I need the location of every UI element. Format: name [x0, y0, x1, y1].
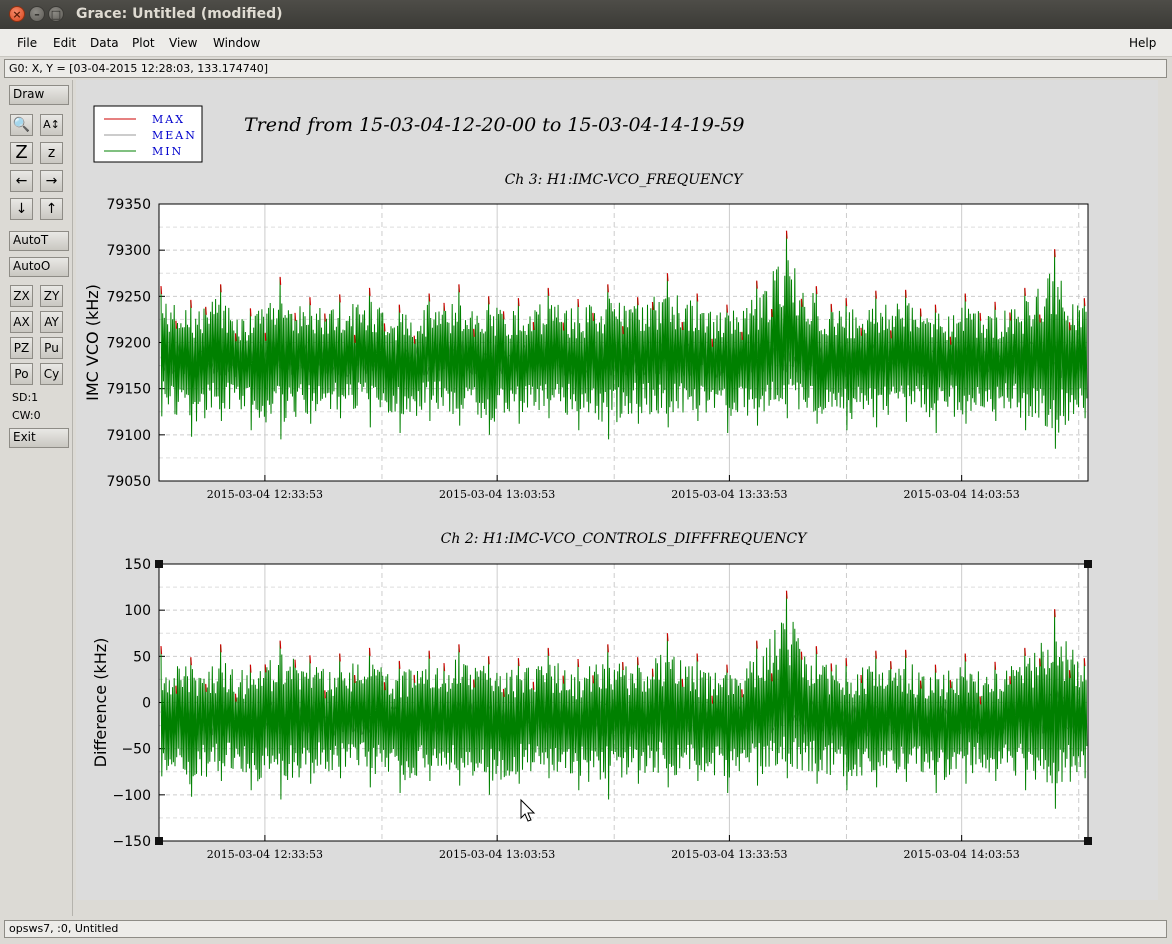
y-tick-label: 79250: [106, 289, 151, 305]
y-tick-label: −100: [113, 788, 151, 804]
y-tick-label: −50: [121, 742, 151, 758]
zy-button[interactable]: ZY: [40, 285, 63, 307]
autot-button[interactable]: AutoT: [9, 231, 69, 251]
set-display-label: SD:1: [12, 391, 39, 404]
y-tick-label: 100: [124, 603, 151, 619]
y-tick-label: 79200: [106, 336, 151, 352]
status-bar: opsws7, :0, Untitled: [4, 920, 1167, 938]
zoom-tool-button[interactable]: 🔍: [10, 114, 33, 136]
menu-plot[interactable]: Plot: [132, 36, 155, 50]
plot-canvas[interactable]: MAX MEAN MIN Trend from 15-03-04-12-20-0…: [76, 80, 1158, 900]
x-tick-label: 2015-03-04 14:03:53: [903, 488, 1019, 501]
exit-button[interactable]: Exit: [9, 428, 69, 448]
y-tick-label: 79150: [106, 382, 151, 398]
autoscale-text-button[interactable]: A↕: [40, 114, 63, 136]
window-title: Grace: Untitled (modified): [76, 6, 283, 22]
zoom-out-button[interactable]: z: [40, 142, 63, 164]
x-tick-label: 2015-03-04 12:33:53: [207, 848, 323, 861]
x-tick-label: 2015-03-04 13:03:53: [439, 848, 555, 861]
menu-edit[interactable]: Edit: [53, 36, 76, 50]
scroll-left-button[interactable]: ←: [10, 170, 33, 192]
y-tick-label: 79350: [106, 197, 151, 213]
legend-min-label: MIN: [152, 145, 183, 158]
scroll-right-button[interactable]: →: [40, 170, 63, 192]
y-tick-label: 0: [142, 696, 151, 712]
chart-title: Trend from 15-03-04-12-20-00 to 15-03-04…: [244, 114, 745, 136]
y-tick-label: −150: [113, 834, 151, 850]
graph-subtitle: Ch 3: H1:IMC-VCO_FREQUENCY: [505, 172, 745, 188]
plot-svg[interactable]: MAX MEAN MIN Trend from 15-03-04-12-20-0…: [76, 80, 1158, 900]
x-tick-label: 2015-03-04 13:33:53: [671, 488, 787, 501]
draw-button[interactable]: Draw: [9, 85, 69, 105]
pz-button[interactable]: PZ: [10, 337, 33, 359]
close-window-button[interactable]: ×: [9, 6, 25, 22]
y-axis-label: Difference (kHz): [91, 638, 110, 768]
selection-handle[interactable]: [1084, 560, 1092, 568]
scroll-down-button[interactable]: ↓: [10, 198, 33, 220]
title-bar: × – □ Grace: Untitled (modified): [0, 0, 1172, 29]
menu-bar: File Edit Data Plot View Window Help: [0, 29, 1172, 57]
legend-max-label: MAX: [152, 113, 185, 126]
menu-window[interactable]: Window: [213, 36, 260, 50]
x-tick-label: 2015-03-04 13:33:53: [671, 848, 787, 861]
selection-handle[interactable]: [1084, 837, 1092, 845]
current-world-label: CW:0: [12, 409, 41, 422]
menu-data[interactable]: Data: [90, 36, 119, 50]
zx-button[interactable]: ZX: [10, 285, 33, 307]
y-axis-label: IMC VCO (kHz): [83, 284, 102, 401]
scroll-up-button[interactable]: ↑: [40, 198, 63, 220]
tool-panel: Draw 🔍 A↕ Z z ← → ↓ ↑ AutoT AutoO ZX ZY …: [4, 80, 73, 916]
selection-handle[interactable]: [155, 837, 163, 845]
y-tick-label: 79050: [106, 474, 151, 490]
y-tick-label: 79100: [106, 428, 151, 444]
zoom-in-button[interactable]: Z: [10, 142, 33, 164]
menu-file[interactable]: File: [17, 36, 37, 50]
y-tick-label: 79300: [106, 243, 151, 259]
maximize-window-button[interactable]: □: [48, 6, 64, 22]
menu-view[interactable]: View: [169, 36, 197, 50]
ax-button[interactable]: AX: [10, 311, 33, 333]
x-tick-label: 2015-03-04 12:33:53: [207, 488, 323, 501]
graph-subtitle: Ch 2: H1:IMC-VCO_CONTROLS_DIFFFREQUENCY: [441, 531, 808, 547]
y-tick-label: 150: [124, 557, 151, 573]
menu-help[interactable]: Help: [1129, 36, 1156, 50]
pu-button[interactable]: Pu: [40, 337, 63, 359]
po-button[interactable]: Po: [10, 363, 33, 385]
coordinate-readout: G0: X, Y = [03-04-2015 12:28:03, 133.174…: [4, 59, 1167, 78]
legend-mean-label: MEAN: [152, 129, 197, 142]
x-tick-label: 2015-03-04 14:03:53: [903, 848, 1019, 861]
autoo-button[interactable]: AutoO: [9, 257, 69, 277]
minimize-window-button[interactable]: –: [29, 6, 45, 22]
ay-button[interactable]: AY: [40, 311, 63, 333]
x-tick-label: 2015-03-04 13:03:53: [439, 488, 555, 501]
selection-handle[interactable]: [155, 560, 163, 568]
cy-button[interactable]: Cy: [40, 363, 63, 385]
y-tick-label: 50: [133, 649, 151, 665]
